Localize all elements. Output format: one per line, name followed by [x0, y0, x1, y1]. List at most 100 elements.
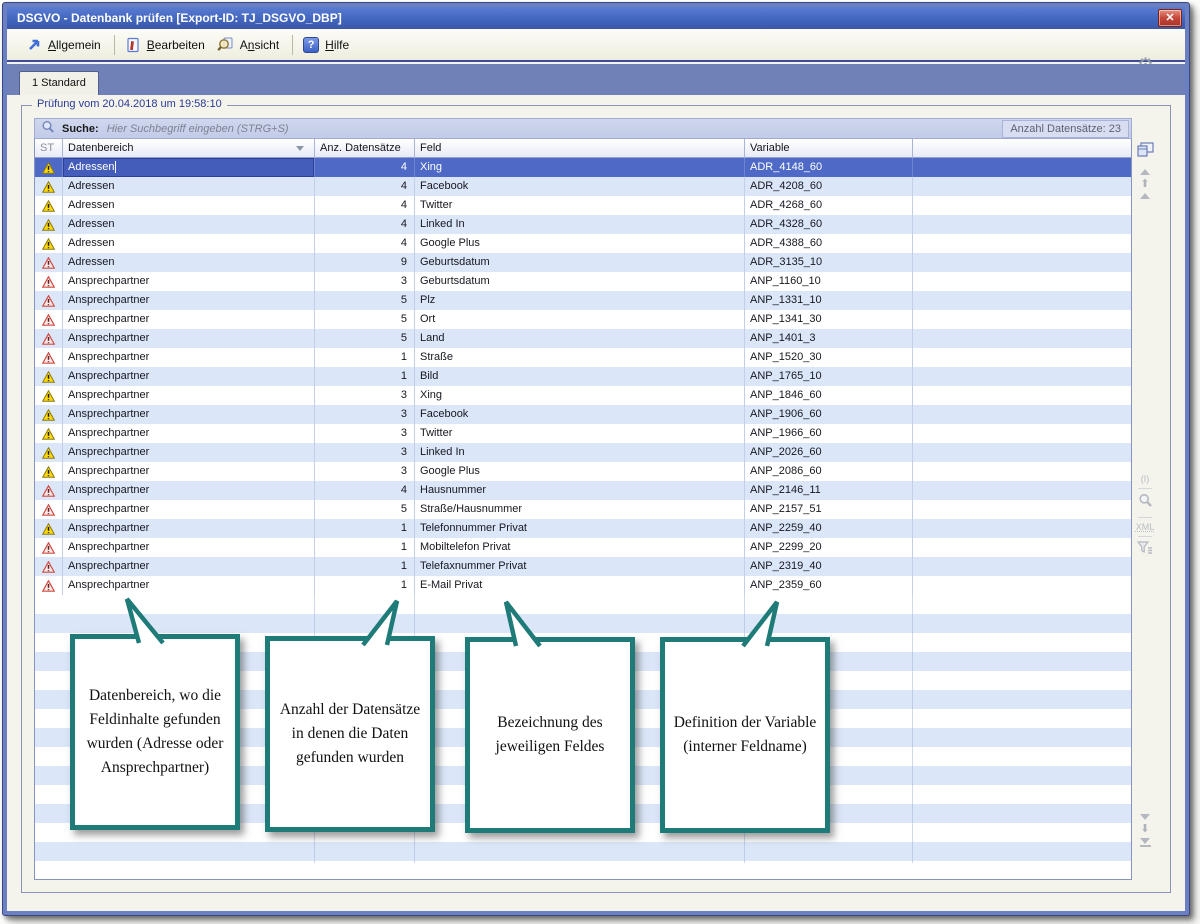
- cell-feld: Mobiltelefon Privat: [415, 538, 745, 557]
- search-icon: [41, 120, 55, 137]
- cell-feld: Telefonnummer Privat: [415, 519, 745, 538]
- status-cell: [35, 481, 63, 500]
- column-header-anzahl[interactable]: Anz. Datensätze: [315, 139, 415, 158]
- status-warning-icon: [42, 466, 55, 478]
- column-header-variable[interactable]: Variable: [745, 139, 913, 158]
- table-row[interactable]: Ansprechpartner 3 Google Plus ANP_2086_6…: [35, 462, 1131, 481]
- cell-empty: [913, 329, 1131, 348]
- status-cell: [35, 576, 63, 595]
- table-row[interactable]: Ansprechpartner 3 Geburtsdatum ANP_1160_…: [35, 272, 1131, 291]
- scroll-to-bottom-button[interactable]: [1140, 838, 1151, 847]
- status-cell: [35, 253, 63, 272]
- menu-item-hilfe[interactable]: ? Hilfe: [298, 33, 357, 57]
- cell-variable: ANP_1160_10: [745, 272, 913, 291]
- table-row[interactable]: Adressen 4 Google Plus ADR_4388_60: [35, 234, 1131, 253]
- table-row[interactable]: Ansprechpartner 4 Hausnummer ANP_2146_11: [35, 481, 1131, 500]
- table-row[interactable]: Ansprechpartner 3 Xing ANP_1846_60: [35, 386, 1131, 405]
- table-row[interactable]: Adressen 4 Xing ADR_4148_60: [35, 158, 1131, 177]
- table-row[interactable]: Ansprechpartner 1 Bild ANP_1765_10: [35, 367, 1131, 386]
- scroll-down-button[interactable]: [1140, 814, 1150, 820]
- status-cell: [35, 291, 63, 310]
- close-icon: ✕: [1165, 12, 1174, 24]
- cell-variable: ANP_1765_10: [745, 367, 913, 386]
- help-icon: ?: [302, 36, 320, 54]
- status-cell: [35, 234, 63, 253]
- table-row[interactable]: Adressen 4 Twitter ADR_4268_60: [35, 196, 1131, 215]
- status-warning-icon: [42, 162, 55, 174]
- status-warning-icon: [42, 181, 55, 193]
- table-row[interactable]: Ansprechpartner 5 Ort ANP_1341_30: [35, 310, 1131, 329]
- close-button[interactable]: ✕: [1158, 9, 1182, 27]
- column-header-st[interactable]: ST: [35, 139, 63, 158]
- cell-empty: [913, 386, 1131, 405]
- table-row[interactable]: Ansprechpartner 5 Plz ANP_1331_10: [35, 291, 1131, 310]
- table-row[interactable]: Ansprechpartner 1 Straße ANP_1520_30: [35, 348, 1131, 367]
- groupbox-legend: Prüfung vom 20.04.2018 um 19:58:10: [32, 98, 227, 110]
- table-row[interactable]: Adressen 4 Linked In ADR_4328_60: [35, 215, 1131, 234]
- search-label: Suche:: [62, 123, 99, 135]
- table-row[interactable]: Ansprechpartner 1 E-Mail Privat ANP_2359…: [35, 576, 1131, 595]
- cell-anzahl: 5: [315, 500, 415, 519]
- table-row[interactable]: Ansprechpartner 3 Linked In ANP_2026_60: [35, 443, 1131, 462]
- table-row[interactable]: Ansprechpartner 5 Land ANP_1401_3: [35, 329, 1131, 348]
- status-cell: [35, 310, 63, 329]
- cell-datenbereich: Ansprechpartner: [63, 291, 315, 310]
- xml-export-icon[interactable]: XML: [1136, 522, 1155, 532]
- cell-variable: ANP_2319_40: [745, 557, 913, 576]
- screen: DSGVO - Datenbank prüfen [Export-ID: TJ_…: [0, 0, 1200, 924]
- table-row[interactable]: Ansprechpartner 1 Mobiltelefon Privat AN…: [35, 538, 1131, 557]
- cell-anzahl: 5: [315, 310, 415, 329]
- scroll-down-tools: ⬇: [1134, 814, 1156, 847]
- scroll-page-up-button[interactable]: ⬆: [1140, 179, 1149, 189]
- table-row[interactable]: Ansprechpartner 1 Telefaxnummer Privat A…: [35, 557, 1131, 576]
- cell-feld: Plz: [415, 291, 745, 310]
- cell-feld: Telefaxnummer Privat: [415, 557, 745, 576]
- table-row[interactable]: Ansprechpartner 3 Twitter ANP_1966_60: [35, 424, 1131, 443]
- scroll-to-top-button[interactable]: [1140, 168, 1150, 175]
- callout-anzahl: Anzahl der Datensätze in denen die Daten…: [265, 636, 435, 832]
- menu-item-ansicht[interactable]: Ansicht: [213, 33, 287, 57]
- cell-datenbereich: Ansprechpartner: [63, 500, 315, 519]
- callout-variable: Definition der Variable (interner Feldna…: [660, 637, 830, 833]
- filter-icon[interactable]: [1137, 541, 1153, 559]
- column-chooser-icon[interactable]: [1137, 142, 1154, 162]
- menu-item-allgemein[interactable]: Allgemein: [21, 33, 109, 57]
- grid-search-icon[interactable]: [1138, 493, 1153, 513]
- status-cell: [35, 215, 63, 234]
- column-header-feld[interactable]: Feld: [415, 139, 745, 158]
- status-cell: [35, 329, 63, 348]
- cell-empty: [913, 272, 1131, 291]
- status-cell: [35, 424, 63, 443]
- cell-variable: ADR_4268_60: [745, 196, 913, 215]
- status-warning-icon: [42, 447, 55, 459]
- status-cell: [35, 177, 63, 196]
- cell-anzahl: 3: [315, 405, 415, 424]
- table-row[interactable]: Ansprechpartner 1 Telefonnummer Privat A…: [35, 519, 1131, 538]
- status-cell: [35, 348, 63, 367]
- tab-standard[interactable]: 1 Standard: [19, 71, 99, 95]
- cell-anzahl: 1: [315, 519, 415, 538]
- cell-variable: ANP_1846_60: [745, 386, 913, 405]
- search-bar[interactable]: Suche: Hier Suchbegriff eingeben (STRG+S…: [34, 118, 1132, 139]
- table-row[interactable]: Adressen 9 Geburtsdatum ADR_3135_10: [35, 253, 1131, 272]
- status-cell: [35, 538, 63, 557]
- search-input[interactable]: Hier Suchbegriff eingeben (STRG+S): [107, 123, 1003, 135]
- cell-empty: [913, 215, 1131, 234]
- fixed-rows-icon[interactable]: (I): [1141, 474, 1150, 484]
- cell-empty: [913, 481, 1131, 500]
- cell-feld: Twitter: [415, 424, 745, 443]
- scroll-page-down-button[interactable]: ⬇: [1140, 824, 1149, 834]
- menu-item-bearbeiten[interactable]: Bearbeiten: [120, 33, 213, 57]
- cell-datenbereich: Ansprechpartner: [63, 557, 315, 576]
- cell-variable: ADR_4148_60: [745, 158, 913, 177]
- table-row[interactable]: Ansprechpartner 3 Facebook ANP_1906_60: [35, 405, 1131, 424]
- cell-anzahl: 4: [315, 215, 415, 234]
- cell-feld: Bild: [415, 367, 745, 386]
- table-row[interactable]: Adressen 4 Facebook ADR_4208_60: [35, 177, 1131, 196]
- status-cell: [35, 443, 63, 462]
- cell-datenbereich: Ansprechpartner: [63, 386, 315, 405]
- column-header-datenbereich[interactable]: Datenbereich: [63, 139, 315, 158]
- cell-datenbereich: Ansprechpartner: [63, 519, 315, 538]
- table-row[interactable]: Ansprechpartner 5 Straße/Hausnummer ANP_…: [35, 500, 1131, 519]
- scroll-up-button[interactable]: [1140, 193, 1150, 199]
